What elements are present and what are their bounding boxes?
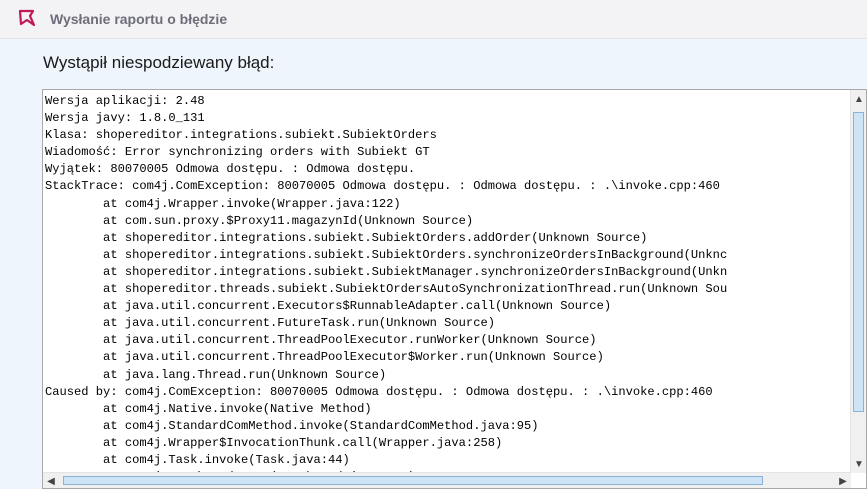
log-line: Wersja aplikacji: 2.48 — [45, 94, 205, 108]
log-line: Caused by: com4j.ComException: 80070005 … — [45, 384, 713, 399]
bug-report-icon — [18, 9, 36, 27]
log-line: Wersja javy: 1.8.0_131 — [45, 111, 205, 126]
log-line: at com4j.StandardComMethod.invoke(Standa… — [45, 418, 539, 433]
log-line: at shopereditor.threads.subiekt.SubiektO… — [45, 282, 728, 297]
scroll-down-button[interactable]: ▼ — [851, 455, 866, 473]
log-line: Wyjątek: 80070005 Odmowa dostępu. : Odmo… — [45, 162, 416, 177]
horizontal-scrollbar[interactable]: ◀ ▶ — [43, 472, 851, 488]
log-line: at java.util.concurrent.Executors$Runnab… — [45, 299, 612, 314]
log-line: at com4j.Wrapper$InvocationThunk.call(Wr… — [45, 435, 503, 450]
scroll-up-button[interactable]: ▲ — [851, 90, 866, 108]
horizontal-scroll-thumb[interactable] — [63, 476, 763, 485]
error-heading: Wystąpił niespodziewany błąd: — [43, 53, 275, 72]
log-line: Klasa: shopereditor.integrations.subiekt… — [45, 128, 437, 143]
log-line: at com.sun.proxy.$Proxy11.magazynId(Unkn… — [45, 213, 474, 228]
vertical-scroll-thumb[interactable] — [853, 112, 864, 412]
log-line: at shopereditor.integrations.subiekt.Sub… — [45, 264, 728, 279]
log-line: at java.util.concurrent.ThreadPoolExecut… — [45, 333, 597, 348]
log-line: at java.util.concurrent.ThreadPoolExecut… — [45, 350, 604, 365]
log-line: at shopereditor.integrations.subiekt.Sub… — [45, 230, 648, 245]
scroll-left-button[interactable]: ◀ — [43, 473, 59, 488]
log-line: at java.lang.Thread.run(Unknown Source) — [45, 367, 387, 382]
title-bar: Wysłanie raportu o błędzie — [0, 0, 867, 39]
vertical-scrollbar[interactable]: ▲ ▼ — [850, 90, 866, 473]
error-log-textarea[interactable]: Wersja aplikacji: 2.48 Wersja javy: 1.8.0… — [42, 89, 867, 489]
window-title: Wysłanie raportu o błędzie — [50, 11, 228, 27]
error-log-content[interactable]: Wersja aplikacji: 2.48 Wersja javy: 1.8.0… — [45, 93, 851, 473]
log-line: Wiadomość: Error synchronizing orders wi… — [45, 145, 430, 160]
scroll-right-button[interactable]: ▶ — [835, 473, 851, 488]
log-line: at com4j.Native.invoke(Native Method) — [45, 401, 372, 416]
log-line: at java.util.concurrent.FutureTask.run(U… — [45, 316, 495, 331]
log-line: at shopereditor.integrations.subiekt.Sub… — [45, 247, 728, 262]
log-line: at com4j.Task.invoke(Task.java:44) — [45, 452, 350, 467]
log-line: at com4j.Wrapper.invoke(Wrapper.java:122… — [45, 196, 401, 211]
log-line: StackTrace: com4j.ComException: 80070005… — [45, 179, 720, 194]
